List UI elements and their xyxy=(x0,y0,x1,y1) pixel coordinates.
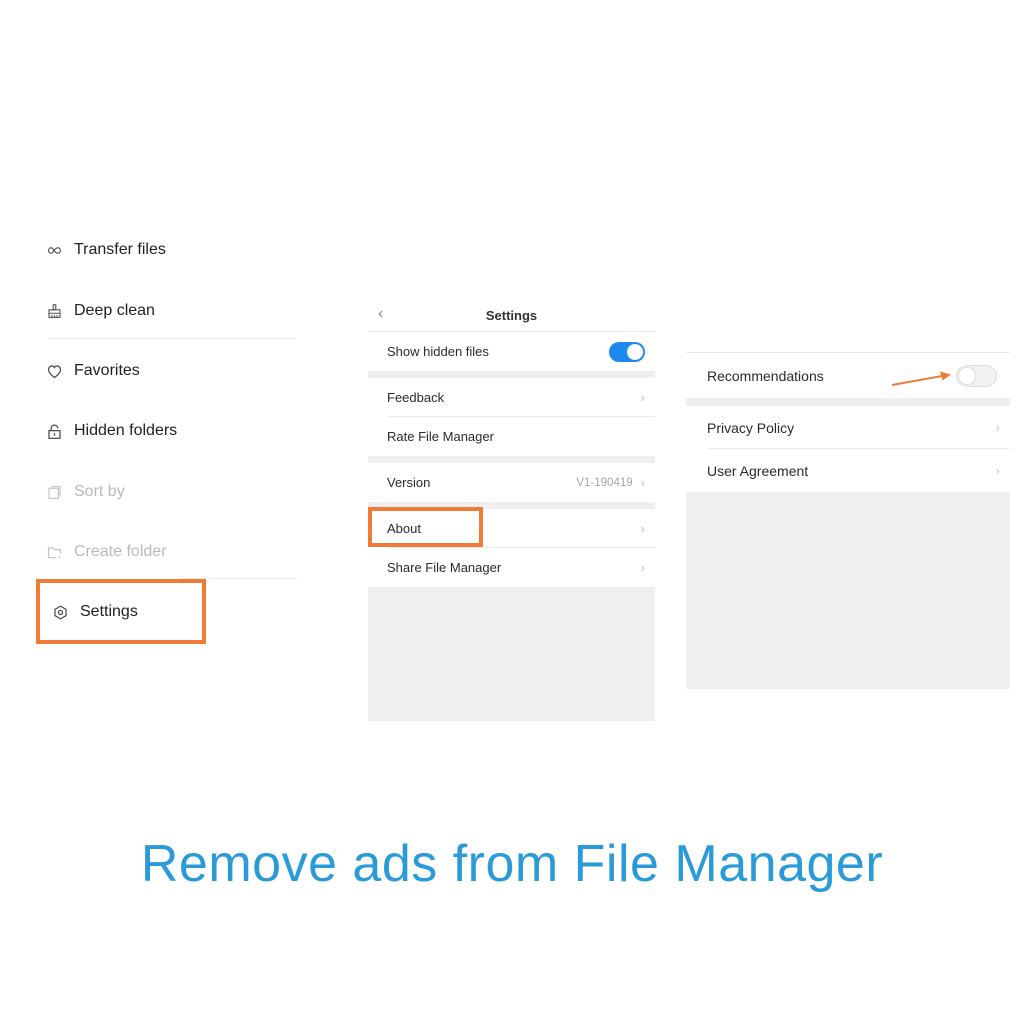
menu-label: Hidden folders xyxy=(74,422,178,439)
section-gap xyxy=(686,398,1010,406)
toggle-knob xyxy=(958,366,976,385)
privacy-policy-row[interactable]: Privacy Policy › xyxy=(686,406,1010,449)
chevron-right-icon: › xyxy=(995,463,1000,478)
rate-file-manager-row[interactable]: Rate File Manager xyxy=(368,417,655,456)
chevron-right-icon: › xyxy=(995,420,1000,435)
transfer-icon xyxy=(44,240,64,260)
menu-label: Create folder xyxy=(74,543,167,560)
menu-item-transfer-files[interactable]: Transfer files xyxy=(44,235,166,265)
lock-icon xyxy=(44,421,64,441)
empty-area xyxy=(368,587,655,721)
menu-divider xyxy=(48,338,296,339)
version-value: V1-190419 xyxy=(576,476,633,489)
chevron-right-icon: › xyxy=(640,390,645,405)
sort-icon xyxy=(44,482,64,502)
section-gap xyxy=(368,502,655,509)
row-label: Share File Manager xyxy=(387,560,502,575)
menu-label: Favorites xyxy=(74,362,140,379)
gear-icon xyxy=(50,602,70,622)
row-label: Privacy Policy xyxy=(707,419,795,436)
chevron-right-icon: › xyxy=(640,560,645,575)
menu-divider xyxy=(180,578,298,579)
row-label: Version xyxy=(387,475,431,490)
menu-item-sort-by: Sort by xyxy=(44,477,125,507)
chevron-right-icon: › xyxy=(640,475,645,490)
recommendations-toggle[interactable] xyxy=(956,364,997,387)
menu-item-settings[interactable]: Settings xyxy=(50,597,138,627)
menu-label: Transfer files xyxy=(74,241,166,258)
row-label: Show hidden files xyxy=(387,344,489,359)
arrow-annotation-icon xyxy=(891,371,951,386)
menu-label: Settings xyxy=(80,603,138,620)
chevron-right-icon: › xyxy=(640,521,645,536)
about-panel: Recommendations Privacy Policy › User Ag… xyxy=(686,352,1010,689)
menu-label: Deep clean xyxy=(74,302,155,319)
settings-header: ‹ Settings xyxy=(368,300,655,332)
menu-item-create-folder: Create folder xyxy=(44,537,167,567)
show-hidden-files-toggle[interactable] xyxy=(609,341,645,362)
row-label: User Agreement xyxy=(707,462,809,479)
banner-title: Remove ads from File Manager xyxy=(140,835,884,893)
section-gap xyxy=(368,371,655,378)
version-row[interactable]: Version V1-190419 › xyxy=(368,463,655,502)
toggle-knob xyxy=(627,343,643,360)
heart-icon xyxy=(44,361,64,381)
empty-area xyxy=(686,492,1010,689)
settings-panel: ‹ Settings Show hidden files Feedback › … xyxy=(368,300,655,721)
about-row[interactable]: About › xyxy=(368,509,655,548)
row-label: Rate File Manager xyxy=(387,429,494,444)
feedback-row[interactable]: Feedback › xyxy=(368,378,655,417)
folder-plus-icon xyxy=(44,542,64,562)
menu-item-favorites[interactable]: Favorites xyxy=(44,356,140,386)
menu-item-deep-clean[interactable]: Deep clean xyxy=(44,296,155,326)
broom-icon xyxy=(44,301,64,321)
user-agreement-row[interactable]: User Agreement › xyxy=(686,449,1010,492)
row-label: About xyxy=(387,521,421,536)
recommendations-row[interactable]: Recommendations xyxy=(686,353,1010,398)
share-file-manager-row[interactable]: Share File Manager › xyxy=(368,548,655,587)
settings-title: Settings xyxy=(485,308,538,323)
show-hidden-files-row[interactable]: Show hidden files xyxy=(368,332,655,371)
menu-item-hidden-folders[interactable]: Hidden folders xyxy=(44,416,177,446)
section-gap xyxy=(368,456,655,463)
menu-label: Sort by xyxy=(74,483,125,500)
row-label: Feedback xyxy=(387,390,445,405)
